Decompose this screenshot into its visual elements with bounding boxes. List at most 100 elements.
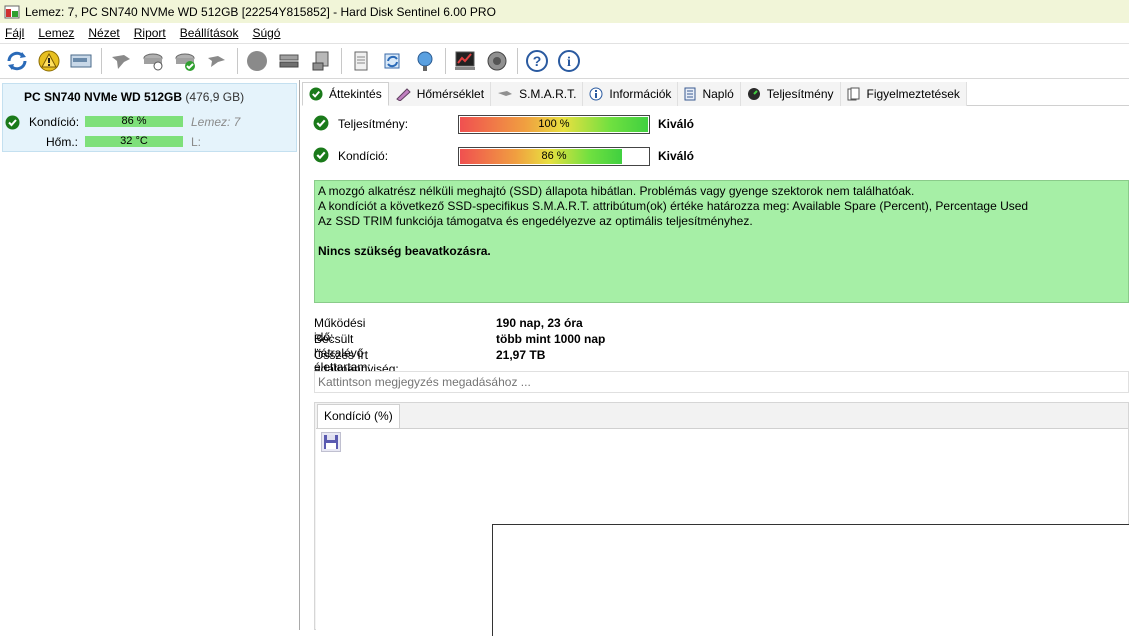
menu-help-label: Súgó bbox=[252, 26, 281, 40]
tab-smart[interactable]: S.M.A.R.T. bbox=[491, 82, 584, 106]
check-icon bbox=[309, 87, 323, 101]
detail-panel: Áttekintés Hőmérséklet S.M.A.R.T. Inform… bbox=[302, 80, 1129, 636]
circle-icon[interactable] bbox=[243, 47, 271, 75]
action-recommendation: Nincs szükség beavatkozásra. bbox=[318, 244, 491, 258]
tab-condition-chart[interactable]: Kondíció (%) bbox=[317, 404, 400, 428]
performance-bar: 100 % bbox=[458, 115, 650, 134]
tab-smart-label: S.M.A.R.T. bbox=[519, 87, 577, 101]
health-bar: 86 % bbox=[458, 147, 650, 166]
menu-settings-label: Beállítások bbox=[179, 26, 239, 40]
network-icon[interactable] bbox=[411, 47, 439, 75]
menu-disk-label: Lemez bbox=[38, 26, 75, 40]
smart-icon bbox=[497, 88, 513, 100]
menu-settings[interactable]: Beállítások bbox=[177, 26, 247, 40]
tab-warnings-label: Figyelmeztetések bbox=[866, 87, 960, 101]
menu-view-label: Nézet bbox=[88, 26, 120, 40]
menu-view[interactable]: Nézet bbox=[85, 26, 127, 40]
sound-icon[interactable] bbox=[483, 47, 511, 75]
tab-performance[interactable]: Teljesítmény bbox=[740, 82, 841, 106]
menu-help[interactable]: Súgó bbox=[249, 26, 288, 40]
title-bar: Lemez: 7, PC SN740 NVMe WD 512GB [22254Y… bbox=[0, 0, 1129, 23]
disk-list-item[interactable]: PC SN740 NVMe WD 512GB (476,9 GB) Kondíc… bbox=[2, 83, 297, 152]
floppy-icon bbox=[324, 435, 338, 449]
gauge-icon bbox=[747, 87, 761, 101]
refresh-icon[interactable] bbox=[3, 47, 31, 75]
disk-ok-icon[interactable] bbox=[171, 47, 199, 75]
disk-number-label: Lemez: 7 bbox=[191, 115, 241, 129]
menu-report[interactable]: Riport bbox=[131, 26, 174, 40]
performance-verdict: Kiváló bbox=[658, 117, 695, 131]
status-ok-icon bbox=[313, 147, 329, 166]
disk-size: (476,9 GB) bbox=[185, 90, 245, 104]
thermometer-icon bbox=[395, 87, 411, 101]
drive-stack-icon[interactable] bbox=[275, 47, 303, 75]
note-input[interactable] bbox=[314, 371, 1129, 393]
menu-file-label: Fájl bbox=[5, 26, 25, 40]
svg-text:i: i bbox=[567, 55, 571, 70]
stat-value: 21,97 TB bbox=[496, 348, 546, 362]
info-icon[interactable]: i bbox=[555, 47, 583, 75]
disk-check-icon[interactable] bbox=[139, 47, 167, 75]
health-value: 86 % bbox=[541, 150, 567, 162]
condition-label: Kondíció: bbox=[29, 115, 80, 129]
tab-log-label: Napló bbox=[702, 87, 734, 101]
menu-report-label: Riport bbox=[133, 26, 166, 40]
toolbar-separator bbox=[341, 48, 342, 74]
condition-mini-value: 86 % bbox=[121, 115, 147, 127]
description-line-2: A kondíciót a következő SSD-specifikus S… bbox=[318, 199, 1029, 213]
menu-file[interactable]: Fájl bbox=[2, 26, 32, 40]
report-icon[interactable] bbox=[347, 47, 375, 75]
toolbar-separator bbox=[237, 48, 238, 74]
tab-temperature[interactable]: Hőmérséklet bbox=[388, 82, 492, 106]
info-icon bbox=[589, 87, 603, 101]
status-description-box: A mozgó alkatrész nélküli meghajtó (SSD)… bbox=[314, 180, 1129, 303]
performance-row: Teljesítmény: 100 % Kiváló bbox=[302, 112, 1129, 136]
app-icon bbox=[4, 4, 20, 20]
status-ok-icon bbox=[313, 115, 329, 134]
tab-overview-label: Áttekintés bbox=[329, 87, 382, 101]
window-title: Lemez: 7, PC SN740 NVMe WD 512GB [22254Y… bbox=[25, 4, 496, 19]
stat-value: több mint 1000 nap bbox=[496, 332, 606, 346]
alert-icon[interactable] bbox=[35, 47, 63, 75]
health-row: Kondíció: 86 % Kiváló bbox=[302, 144, 1129, 168]
tab-info-label: Információk bbox=[609, 87, 672, 101]
disk-grey-icon[interactable] bbox=[107, 47, 135, 75]
save-chart-button[interactable] bbox=[321, 432, 341, 452]
toolbar: ? i bbox=[0, 43, 1129, 79]
tab-temperature-label: Hőmérséklet bbox=[416, 87, 485, 101]
log-icon bbox=[684, 87, 696, 101]
chart-icon[interactable] bbox=[451, 47, 479, 75]
menu-bar: Fájl Lemez Nézet Riport Beállítások Súgó bbox=[0, 23, 1129, 43]
temp-label: Hőm.: bbox=[46, 135, 79, 149]
performance-label: Teljesítmény: bbox=[338, 117, 409, 131]
disk-list-panel: PC SN740 NVMe WD 512GB (476,9 GB) Kondíc… bbox=[0, 80, 300, 630]
drive-icon[interactable] bbox=[307, 47, 335, 75]
disk-title: PC SN740 NVMe WD 512GB (476,9 GB) bbox=[24, 90, 244, 104]
sync-icon[interactable] bbox=[379, 47, 407, 75]
condition-mini-bar: 86 % bbox=[85, 116, 183, 127]
condition-chart-panel: Kondíció (%) bbox=[314, 402, 1129, 636]
toolbar-separator bbox=[517, 48, 518, 74]
drive-letter: L: bbox=[191, 135, 202, 149]
status-ok-icon bbox=[5, 115, 20, 133]
tab-info[interactable]: Információk bbox=[583, 82, 679, 106]
description-line-3: Az SSD TRIM funkciója támogatva és enged… bbox=[318, 214, 753, 228]
chart-canvas bbox=[316, 428, 1129, 636]
tab-warnings[interactable]: Figyelmeztetések bbox=[840, 82, 967, 106]
disk-tool-icon[interactable] bbox=[203, 47, 231, 75]
performance-value: 100 % bbox=[538, 118, 570, 130]
tab-performance-label: Teljesítmény bbox=[766, 87, 834, 101]
tab-overview[interactable]: Áttekintés bbox=[302, 82, 389, 106]
svg-text:?: ? bbox=[533, 53, 542, 69]
disk-name: PC SN740 NVMe WD 512GB bbox=[24, 90, 183, 104]
tab-strip: Áttekintés Hőmérséklet S.M.A.R.T. Inform… bbox=[302, 82, 1129, 106]
description-line-1: A mozgó alkatrész nélküli meghajtó (SSD)… bbox=[318, 184, 915, 198]
tab-log[interactable]: Napló bbox=[678, 82, 741, 106]
toolbar-separator bbox=[445, 48, 446, 74]
menu-disk[interactable]: Lemez bbox=[35, 26, 82, 40]
disk-icon[interactable] bbox=[67, 47, 95, 75]
warnings-icon bbox=[847, 87, 861, 101]
chart-tab-label: Kondíció (%) bbox=[324, 409, 393, 423]
help-icon[interactable]: ? bbox=[523, 47, 551, 75]
toolbar-separator bbox=[101, 48, 102, 74]
